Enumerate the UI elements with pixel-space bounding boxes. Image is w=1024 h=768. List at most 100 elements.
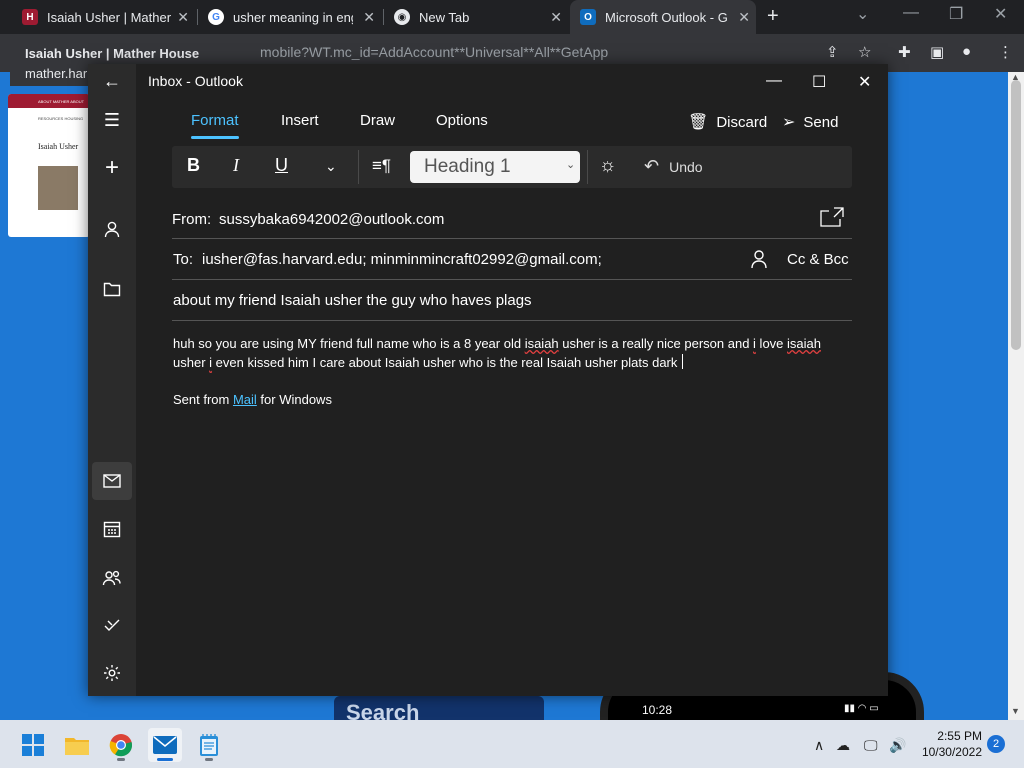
- tab-title: Microsoft Outlook - Get: [605, 9, 727, 25]
- body-text-segment: huh so you are using MY friend full name…: [173, 336, 525, 351]
- italic-button[interactable]: I: [233, 155, 239, 176]
- settings-gear-icon[interactable]: [92, 654, 132, 692]
- trash-icon: 🗑: [688, 114, 709, 131]
- subject-field[interactable]: about my friend Isaiah usher the guy who…: [173, 292, 532, 309]
- more-format-chevron-icon[interactable]: ⌄: [325, 158, 337, 175]
- extensions-puzzle-icon[interactable]: ✚: [898, 43, 911, 61]
- browser-close-button[interactable]: ✕: [994, 4, 1007, 24]
- todo-check-icon[interactable]: [92, 606, 132, 644]
- field-divider: [172, 238, 852, 239]
- cc-bcc-button[interactable]: Cc & Bcc: [787, 251, 849, 268]
- profile-icon[interactable]: ●: [962, 43, 971, 60]
- misspelled-word: isaiah: [787, 336, 821, 351]
- bookmark-star-icon[interactable]: ☆: [858, 43, 871, 61]
- browser-tab-outlook[interactable]: O Microsoft Outlook - Get ✕: [570, 0, 756, 34]
- notification-count-badge[interactable]: 2: [987, 735, 1005, 753]
- back-arrow-icon[interactable]: ←: [92, 62, 132, 100]
- mail-close-button[interactable]: ✕: [858, 72, 871, 92]
- windows-start-icon[interactable]: [16, 728, 50, 762]
- accounts-person-icon[interactable]: [92, 210, 132, 248]
- tab-options[interactable]: Options: [436, 112, 488, 129]
- close-tab-icon[interactable]: ✕: [738, 9, 750, 26]
- browser-tab-mather[interactable]: H Isaiah Usher | Mather House ✕: [0, 0, 195, 34]
- popout-window-icon[interactable]: [820, 207, 844, 227]
- scroll-down-arrow-icon[interactable]: ▼: [1011, 706, 1020, 716]
- bold-button[interactable]: B: [187, 155, 200, 176]
- outlook-icon: O: [580, 9, 596, 25]
- browser-tab-usher-meaning[interactable]: G usher meaning in english ✕: [198, 0, 381, 34]
- new-mail-plus-icon[interactable]: +: [92, 149, 132, 187]
- clock-time: 2:55 PM: [937, 729, 982, 743]
- from-field[interactable]: sussybaka6942002@outlook.com: [219, 211, 444, 228]
- send-button[interactable]: ➢ Send: [782, 112, 838, 132]
- contact-picker-person-icon[interactable]: [750, 249, 768, 269]
- hamburger-menu-icon[interactable]: ☰: [92, 101, 132, 139]
- body-text-segment: love: [755, 336, 788, 351]
- undo-arrow-icon: ↶: [644, 156, 660, 176]
- from-label: From:: [172, 211, 212, 228]
- hover-card-url: mather.har: [25, 66, 88, 81]
- share-icon[interactable]: ⇪: [826, 43, 839, 61]
- scrollbar-thumb[interactable]: [1011, 80, 1021, 350]
- body-text-segment: even kissed him I care about Isaiah ushe…: [212, 355, 678, 370]
- browser-maximize-button[interactable]: ❐: [949, 4, 963, 24]
- mail-minimize-button[interactable]: —: [766, 72, 782, 90]
- underline-button[interactable]: U: [275, 155, 288, 176]
- file-explorer-icon[interactable]: [60, 728, 94, 762]
- message-body-editor[interactable]: huh so you are using MY friend full name…: [173, 334, 849, 372]
- to-field[interactable]: iusher@fas.harvard.edu; minminmincraft02…: [202, 251, 602, 268]
- show-hidden-icons-chevron-icon[interactable]: ∧: [814, 737, 824, 754]
- tab-title: New Tab: [419, 9, 470, 25]
- discard-button[interactable]: 🗑 Discard: [688, 112, 767, 132]
- close-tab-icon[interactable]: ✕: [363, 9, 375, 26]
- side-panel-icon[interactable]: ▣: [930, 43, 944, 61]
- browser-tab-new-tab[interactable]: ◉ New Tab ✕: [384, 0, 568, 34]
- send-arrow-icon: ➢: [782, 114, 796, 131]
- paragraph-style-value: Heading 1: [424, 156, 511, 177]
- browser-minimize-button[interactable]: —: [903, 4, 919, 22]
- close-tab-icon[interactable]: ✕: [177, 9, 189, 26]
- mail-maximize-button[interactable]: ☐: [812, 72, 826, 92]
- dropdown-caret-icon: ⌄: [566, 159, 576, 171]
- chrome-taskbar-icon[interactable]: [104, 728, 138, 762]
- send-label: Send: [803, 113, 839, 131]
- harvard-shield-icon: H: [22, 9, 38, 25]
- hover-card-title: Isaiah Usher | Mather House: [25, 46, 200, 61]
- signature-prefix: Sent from: [173, 392, 233, 407]
- close-tab-icon[interactable]: ✕: [550, 9, 562, 26]
- tab-search-icon[interactable]: ⌄: [856, 4, 869, 24]
- chrome-menu-icon[interactable]: ⋮: [998, 43, 1013, 61]
- mail-window-title: Inbox - Outlook: [148, 73, 243, 89]
- thumbnail-nav-text: ABOUT MATHER ABOUT: [38, 99, 85, 104]
- onedrive-cloud-icon[interactable]: ☁: [836, 737, 850, 754]
- calendar-icon[interactable]: [92, 510, 132, 548]
- active-app-indicator: [157, 758, 173, 761]
- address-bar-url[interactable]: mobile?WT.mc_id=AddAccount**Universal**A…: [260, 44, 608, 60]
- folders-icon[interactable]: [92, 270, 132, 308]
- tab-format[interactable]: Format: [191, 112, 239, 129]
- to-label: To:: [173, 251, 194, 268]
- mail-app-link[interactable]: Mail: [233, 392, 257, 407]
- toolbar-separator: [587, 150, 588, 184]
- brightness-sun-icon[interactable]: ☼: [599, 155, 616, 177]
- toolbar-separator: [358, 150, 359, 184]
- mail-envelope-icon[interactable]: [92, 462, 132, 500]
- volume-speaker-icon[interactable]: 🔊: [889, 737, 906, 754]
- people-icon[interactable]: [92, 559, 132, 597]
- signature-suffix: for Windows: [256, 392, 332, 407]
- body-text-segment: usher is a really nice person and: [558, 336, 754, 351]
- paragraph-format-icon[interactable]: ≡¶: [372, 156, 391, 176]
- network-icon[interactable]: 🖵: [864, 737, 878, 754]
- google-icon: G: [208, 9, 224, 25]
- new-tab-button[interactable]: +: [767, 5, 779, 28]
- taskbar-clock[interactable]: 2:55 PM 10/30/2022: [920, 728, 982, 760]
- tab-draw[interactable]: Draw: [360, 112, 395, 129]
- running-indicator: [205, 758, 213, 761]
- scroll-up-arrow-icon[interactable]: ▲: [1011, 72, 1020, 82]
- undo-button[interactable]: ↶ Undo: [644, 156, 703, 177]
- tab-insert[interactable]: Insert: [281, 112, 319, 129]
- thumbnail-title: Isaiah Usher: [38, 142, 79, 151]
- notepad-icon[interactable]: [192, 728, 226, 762]
- clock-date: 10/30/2022: [921, 745, 982, 759]
- mail-taskbar-icon[interactable]: [148, 728, 182, 762]
